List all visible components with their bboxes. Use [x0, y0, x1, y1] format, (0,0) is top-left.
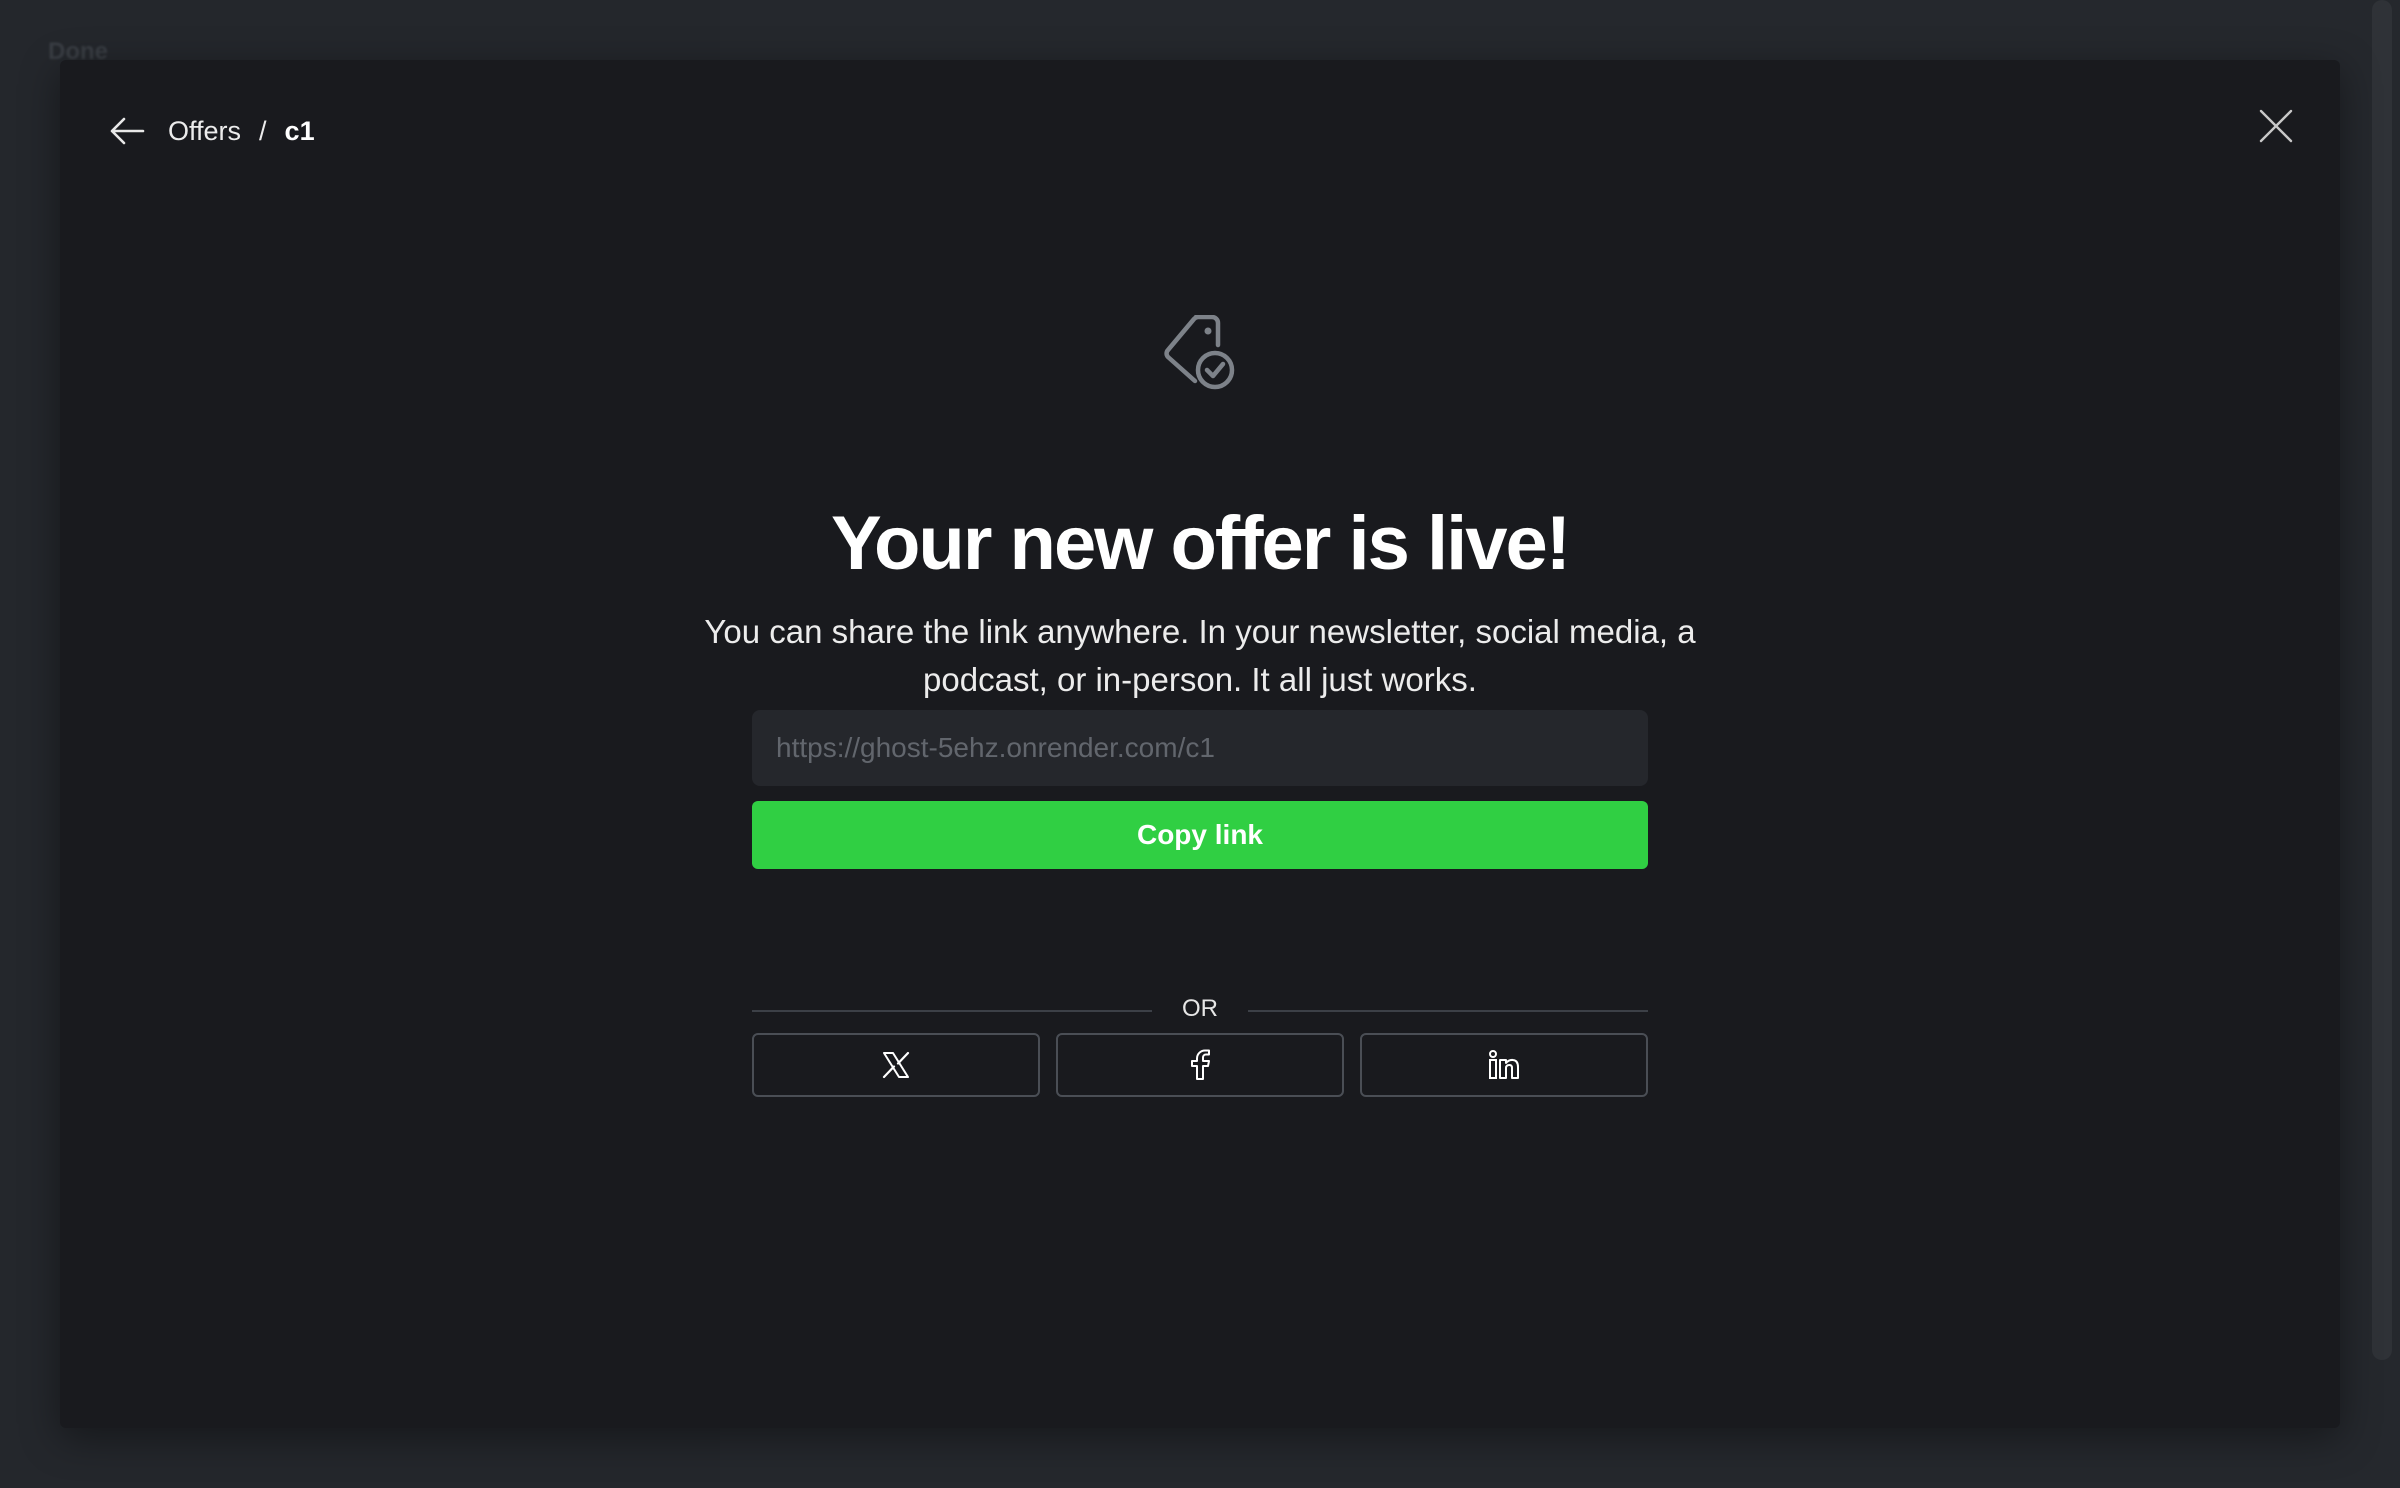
or-divider: OR: [752, 981, 1648, 1041]
back-arrow-icon[interactable]: [106, 110, 148, 152]
divider-line: [1248, 1010, 1648, 1012]
breadcrumb-offers-link[interactable]: Offers: [168, 116, 241, 147]
offer-live-modal: Offers / c1 Your new offer is live! You …: [60, 60, 2340, 1428]
close-icon[interactable]: [2252, 102, 2300, 150]
tag-check-icon: [1160, 314, 1240, 395]
page-title: Your new offer is live!: [830, 501, 1571, 586]
breadcrumb: Offers / c1: [106, 106, 315, 156]
facebook-icon: [1191, 1049, 1210, 1080]
copy-link-button[interactable]: Copy link: [752, 801, 1648, 869]
offer-url-field[interactable]: [752, 710, 1648, 786]
breadcrumb-current: c1: [284, 115, 315, 146]
or-label: OR: [1182, 995, 1218, 1022]
linkedin-icon: [1489, 1050, 1519, 1079]
x-twitter-icon: [882, 1051, 910, 1079]
share-linkedin-button[interactable]: [1360, 1033, 1648, 1097]
breadcrumb-separator: /: [259, 115, 267, 146]
share-x-button[interactable]: [752, 1033, 1040, 1097]
scrollbar[interactable]: [2372, 0, 2392, 1360]
description-text: You can share the link anywhere. In your…: [704, 613, 1696, 698]
share-buttons: [752, 1033, 1648, 1097]
share-facebook-button[interactable]: [1056, 1033, 1344, 1097]
